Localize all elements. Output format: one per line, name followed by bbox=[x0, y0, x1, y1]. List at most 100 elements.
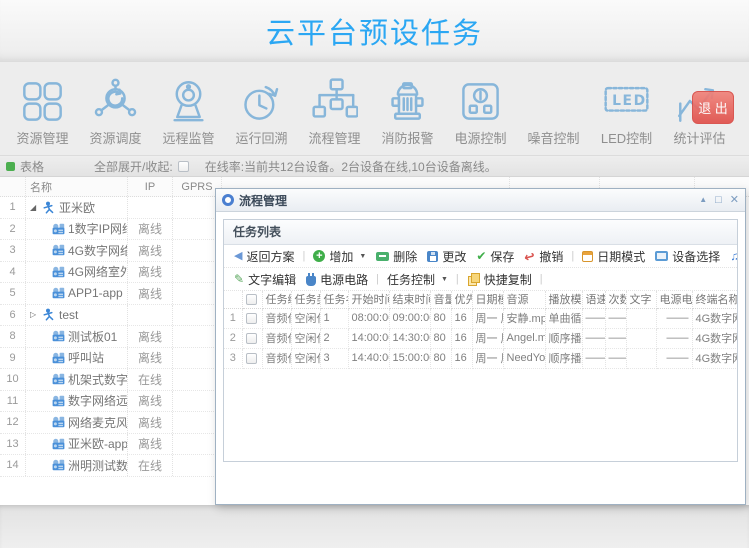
grid-column-header: 日期模式 bbox=[472, 291, 503, 308]
power-circuit-button[interactable]: 电源电路 bbox=[301, 271, 373, 288]
task-cell: 80 bbox=[430, 328, 451, 348]
task-cell: —— bbox=[656, 308, 692, 328]
task-row[interactable]: 1音频任务空闲任务108:00:0009:00:008016周一 周二安静.mp… bbox=[224, 308, 737, 328]
quick-copy-button[interactable]: 快捷复制 bbox=[462, 271, 537, 288]
nav-item-remote-monitor[interactable]: 远程监管 bbox=[152, 62, 225, 155]
toolbar-separator: | bbox=[302, 250, 305, 262]
task-cell: 80 bbox=[430, 308, 451, 328]
task-checkbox[interactable] bbox=[246, 353, 257, 364]
text-edit-button[interactable]: ✎文字编辑 bbox=[229, 271, 301, 288]
device-row[interactable]: 1◢亚米欧 bbox=[0, 197, 222, 219]
nav-item-run-history[interactable]: 运行回溯 bbox=[225, 62, 298, 155]
device-icon bbox=[52, 395, 65, 407]
row-number: 1 bbox=[0, 197, 26, 218]
tree-collapsed-icon[interactable]: ▷ bbox=[30, 310, 40, 319]
select-all-checkbox[interactable] bbox=[246, 294, 257, 305]
task-cell: 16 bbox=[451, 308, 472, 328]
nav-item-noise-control[interactable]: 噪音控制 bbox=[517, 62, 590, 155]
return-plan-button[interactable]: ◀返回方案 bbox=[229, 248, 299, 265]
task-checkbox[interactable] bbox=[246, 333, 257, 344]
row-number: 4 bbox=[0, 262, 26, 283]
device-status: 离线 bbox=[128, 412, 173, 433]
task-cell: 周一 周二 bbox=[472, 348, 503, 368]
device-row[interactable]: 34G数字网络音柱离线 bbox=[0, 240, 222, 262]
task-row[interactable]: 2音频任务空闲任务214:00:0014:30:008016周一 周二Angel… bbox=[224, 328, 737, 348]
undo-button[interactable]: ↩撤销 bbox=[519, 248, 568, 265]
device-row[interactable]: 13亚米欧-app离线 bbox=[0, 434, 222, 456]
task-cell: 15:00:00 bbox=[389, 348, 430, 368]
floppy-icon bbox=[427, 251, 438, 262]
nav-item-led-control[interactable]: LEDLED控制 bbox=[590, 62, 663, 155]
nav-item-power-control[interactable]: 电源控制 bbox=[444, 62, 517, 155]
row-number: 10 bbox=[0, 369, 26, 390]
device-status: 离线 bbox=[128, 262, 173, 283]
led-control-icon: LED bbox=[603, 76, 650, 126]
audio-source-select-button[interactable]: ♫音源选择 bbox=[725, 248, 738, 265]
task-cell bbox=[626, 308, 656, 328]
add-button[interactable]: +增加▼ bbox=[308, 248, 371, 265]
device-icon bbox=[52, 352, 65, 364]
device-select-button[interactable]: 设备选择 bbox=[650, 248, 725, 265]
device-name: 4G网络室外收扩 bbox=[68, 263, 128, 280]
calendar-icon bbox=[582, 251, 593, 262]
grid-column-header: 播放模式 bbox=[545, 291, 582, 308]
date-mode-button[interactable]: 日期模式 bbox=[577, 248, 650, 265]
task-checkbox[interactable] bbox=[246, 313, 257, 324]
button-label: 增加 bbox=[329, 248, 353, 265]
page-header: 云平台预设任务 bbox=[0, 0, 749, 62]
nav-item-fire-alarm[interactable]: 消防报警 bbox=[371, 62, 444, 155]
row-number: 8 bbox=[0, 326, 26, 347]
save-button[interactable]: ✔保存 bbox=[471, 248, 519, 265]
device-row[interactable]: 6▷test bbox=[0, 305, 222, 327]
task-row[interactable]: 3音频任务空闲任务314:40:0015:00:008016周一 周二NeedY… bbox=[224, 348, 737, 368]
dialog-toolbar-row1: ◀返回方案|+增加▼删除更改✔保存↩撤销|日期模式设备选择♫音源选择 bbox=[224, 245, 737, 268]
device-row[interactable]: 4 4G网络室外收扩离线 bbox=[0, 262, 222, 284]
device-status: 离线 bbox=[128, 283, 173, 304]
expand-all-label: 全部展开/收起: bbox=[94, 158, 173, 175]
collapse-button[interactable]: ▲ bbox=[699, 196, 707, 204]
task-cell: 单曲循环 bbox=[545, 308, 582, 328]
task-cell: 空闲任务 bbox=[291, 328, 320, 348]
task-row-number: 1 bbox=[224, 308, 242, 328]
nav-item-label: 运行回溯 bbox=[235, 128, 287, 147]
nav-item-resource-management[interactable]: 资源管理 bbox=[6, 62, 79, 155]
plug-icon bbox=[306, 276, 316, 286]
nav-item-resource-dispatch[interactable]: 资源调度 bbox=[79, 62, 152, 155]
button-label: 日期模式 bbox=[597, 248, 645, 265]
task-cell: 空闲任务 bbox=[291, 308, 320, 328]
device-row[interactable]: 9呼叫站离线 bbox=[0, 348, 222, 370]
chevron-down-icon: ▼ bbox=[441, 276, 448, 283]
modify-button[interactable]: 更改 bbox=[422, 248, 471, 265]
device-status: 在线 bbox=[128, 455, 173, 476]
delete-button[interactable]: 删除 bbox=[371, 248, 422, 265]
maximize-button[interactable]: □ bbox=[715, 195, 722, 206]
task-control-button[interactable]: 任务控制▼ bbox=[382, 271, 453, 288]
nav-item-flow-management[interactable]: 流程管理 bbox=[298, 62, 371, 155]
plus-icon: + bbox=[313, 250, 325, 262]
device-row[interactable]: 11数字网络远程广离线 bbox=[0, 391, 222, 413]
task-cell: 3 bbox=[320, 348, 348, 368]
check-icon: ✔ bbox=[476, 250, 486, 262]
device-row[interactable]: 14洲明测试数字网在线 bbox=[0, 455, 222, 477]
footer-band bbox=[0, 505, 749, 548]
task-cell: 1 bbox=[320, 308, 348, 328]
minus-icon bbox=[376, 252, 389, 261]
device-row[interactable]: 12网络麦克风离线 bbox=[0, 412, 222, 434]
device-row[interactable]: 21数字IP网络广播离线 bbox=[0, 219, 222, 241]
tree-expanded-icon[interactable]: ◢ bbox=[30, 203, 40, 212]
nav-item-label: 噪音控制 bbox=[527, 128, 579, 147]
device-row[interactable]: 8测试板01离线 bbox=[0, 326, 222, 348]
dialog-titlebar[interactable]: 流程管理 ▲ □ ✕ bbox=[216, 189, 745, 212]
button-label: 删除 bbox=[393, 248, 417, 265]
device-row[interactable]: 5APP1-app离线 bbox=[0, 283, 222, 305]
expand-all-checkbox[interactable] bbox=[178, 161, 189, 172]
close-button[interactable]: ✕ bbox=[730, 195, 739, 206]
device-row[interactable]: 10机架式数字网络在线 bbox=[0, 369, 222, 391]
device-name: 洲明测试数字网 bbox=[68, 457, 128, 474]
task-cell: NeedYou bbox=[503, 348, 545, 368]
task-cell: 空闲任务 bbox=[291, 348, 320, 368]
task-list-title: 任务列表 bbox=[224, 220, 737, 245]
exit-button[interactable]: 退 出 bbox=[692, 91, 734, 124]
task-cell: 2 bbox=[320, 328, 348, 348]
button-label: 设备选择 bbox=[672, 248, 720, 265]
